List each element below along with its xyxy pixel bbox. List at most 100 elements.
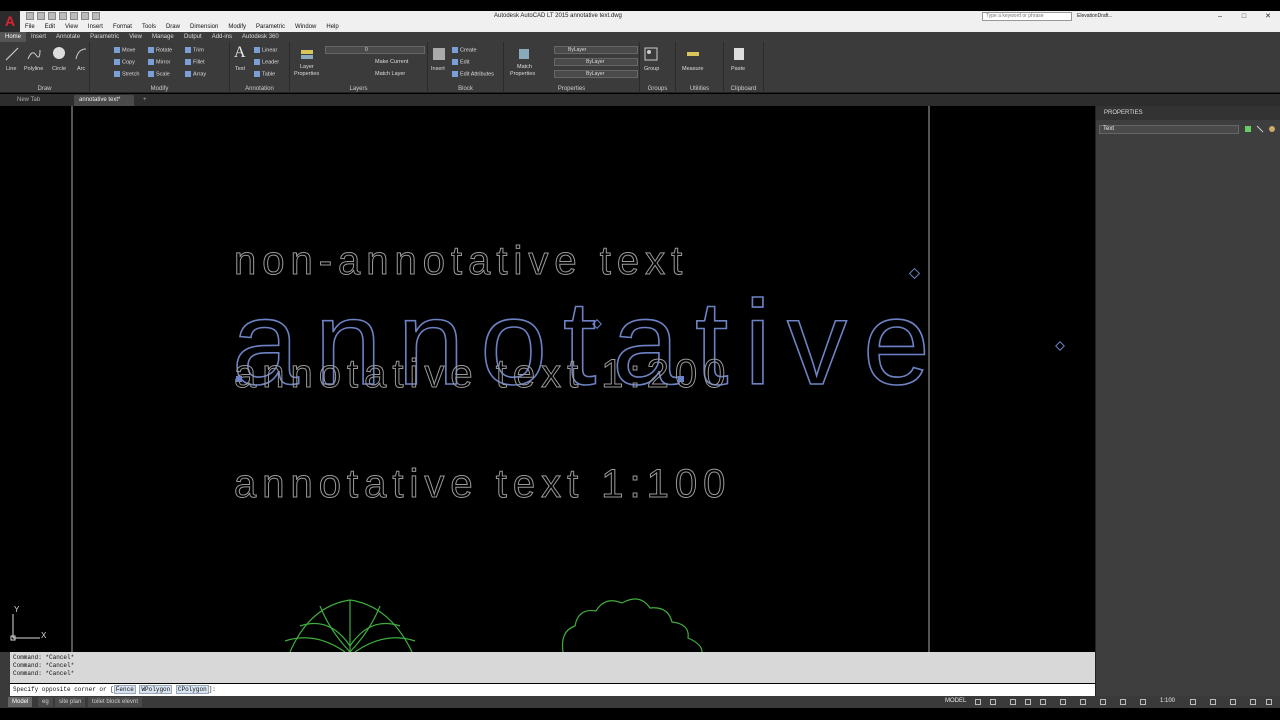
layout-tab-eg[interactable]: eg [38,697,53,707]
menu-dimension[interactable]: Dimension [185,22,223,32]
linetype-dropdown[interactable]: ByLayer [554,58,638,66]
ortho-icon[interactable] [1010,699,1016,705]
snap-icon[interactable] [990,699,996,705]
tab-autodesk-360[interactable]: Autodesk 360 [237,32,284,42]
menu-parametric[interactable]: Parametric [251,22,290,32]
annotation-visibility-icon[interactable] [1120,699,1126,705]
menu-insert[interactable]: Insert [83,22,108,32]
menu-draw[interactable]: Draw [161,22,185,32]
table-button[interactable]: Table [254,71,275,77]
isolate-objects-icon[interactable] [1230,699,1236,705]
menu-modify[interactable]: Modify [223,22,251,32]
tab-parametric[interactable]: Parametric [85,32,124,42]
utilities-panel-label[interactable]: Utilities [676,86,723,92]
rotate-button[interactable]: Rotate [148,47,172,53]
command-line-handle[interactable] [0,652,10,696]
polyline-button-label[interactable]: Polyline [24,66,43,72]
drawing-canvas[interactable]: non-annotative text annotative annotativ… [0,106,1095,652]
option-wpolygon[interactable]: WPolygon [139,685,173,694]
block-panel-label[interactable]: Block [428,86,503,92]
open-icon[interactable] [37,12,45,20]
polyline-icon[interactable] [27,47,41,61]
text-icon[interactable]: A [234,44,246,62]
match-properties-label-2[interactable]: Properties [510,71,535,77]
selection-cycling-icon[interactable] [1100,699,1106,705]
draw-panel-label[interactable]: Draw [0,86,89,92]
properties-panel-label[interactable]: Properties [504,86,639,92]
grip-icon[interactable] [678,376,684,382]
shrub-symbol-right[interactable] [561,598,703,652]
tab-output[interactable]: Output [179,32,207,42]
circle-button-label[interactable]: Circle [52,66,66,72]
print-icon[interactable] [70,12,78,20]
layers-panel-label[interactable]: Layers [290,86,427,92]
annotation-panel-label[interactable]: Annotation [230,86,289,92]
grip-icon[interactable] [1055,341,1065,351]
tab-annotative-text[interactable]: annotative text* [74,95,134,106]
minimize-button[interactable]: – [1208,11,1232,22]
move-button[interactable]: Move [114,47,135,53]
layer-properties-label-2[interactable]: Properties [294,71,319,77]
edit-attributes-button[interactable]: Edit Attributes [452,71,494,77]
paste-icon[interactable] [732,47,746,61]
option-cpolygon[interactable]: CPolygon [175,685,209,694]
insert-button-label[interactable]: Insert [431,66,445,72]
new-tab[interactable]: New Tab [12,95,72,106]
menu-tools[interactable]: Tools [137,22,161,32]
menu-file[interactable]: File [20,22,40,32]
lineweight-icon[interactable] [1060,699,1066,705]
clean-screen-icon[interactable] [1250,699,1256,705]
layout-tab-model[interactable]: Model [8,697,33,707]
menu-window[interactable]: Window [290,22,321,32]
maximize-button[interactable]: □ [1232,11,1256,22]
match-properties-icon[interactable] [517,47,531,61]
tab-insert[interactable]: Insert [26,32,51,42]
array-button[interactable]: Array [185,71,206,77]
text-button-label[interactable]: Text [235,66,245,72]
create-block-button[interactable]: Create [452,47,477,53]
transparency-icon[interactable] [1080,699,1086,705]
modify-panel-label[interactable]: Modify [90,86,229,92]
model-space-button[interactable]: MODEL [945,698,966,704]
add-tab-button[interactable]: + [138,95,148,106]
redo-icon[interactable] [92,12,100,20]
tab-manage[interactable]: Manage [147,32,179,42]
line-icon[interactable] [5,47,19,61]
help-search-input[interactable]: Type a keyword or phrase [982,12,1072,21]
object-type-dropdown[interactable]: Text [1099,125,1239,134]
trim-button[interactable]: Trim [185,47,204,53]
osnap-icon[interactable] [1040,699,1046,705]
edit-block-button[interactable]: Edit [452,59,469,65]
make-current-button[interactable]: Make Current [375,59,408,65]
arc-icon[interactable] [74,47,88,61]
paste-button-label[interactable]: Paste [731,66,745,72]
application-menu-button[interactable]: A [0,11,20,32]
auto-scale-icon[interactable] [1140,699,1146,705]
menu-edit[interactable]: Edit [40,22,60,32]
annotative-text-1-100[interactable]: annotative text 1:100 [234,462,731,507]
groups-panel-label[interactable]: Groups [640,86,675,92]
insert-block-icon[interactable] [432,47,446,61]
user-account[interactable]: ElevationDraft... [1077,13,1113,19]
layer-dropdown[interactable]: 0 [325,46,425,54]
close-button[interactable]: ✕ [1256,11,1280,22]
option-fence[interactable]: Fence [113,685,136,694]
toggle-pickadd-icon[interactable] [1244,125,1252,133]
tab-add-ins[interactable]: Add-ins [207,32,237,42]
tab-annotate[interactable]: Annotate [51,32,85,42]
save-as-icon[interactable] [59,12,67,20]
save-icon[interactable] [48,12,56,20]
quick-select-icon[interactable] [1268,125,1276,133]
clipboard-panel-label[interactable]: Clipboard [724,86,763,92]
lineweight-dropdown[interactable]: ByLayer [554,70,638,78]
annotation-monitor-icon[interactable] [1210,699,1216,705]
group-icon[interactable] [644,47,658,61]
workspace-icon[interactable] [1190,699,1196,705]
linear-button[interactable]: Linear [254,47,277,53]
line-button-label[interactable]: Line [6,66,16,72]
polar-icon[interactable] [1025,699,1031,705]
copy-button[interactable]: Copy [114,59,135,65]
leader-button[interactable]: Leader [254,59,279,65]
match-properties-label-1[interactable]: Match [517,64,532,70]
match-layer-button[interactable]: Match Layer [375,71,405,77]
